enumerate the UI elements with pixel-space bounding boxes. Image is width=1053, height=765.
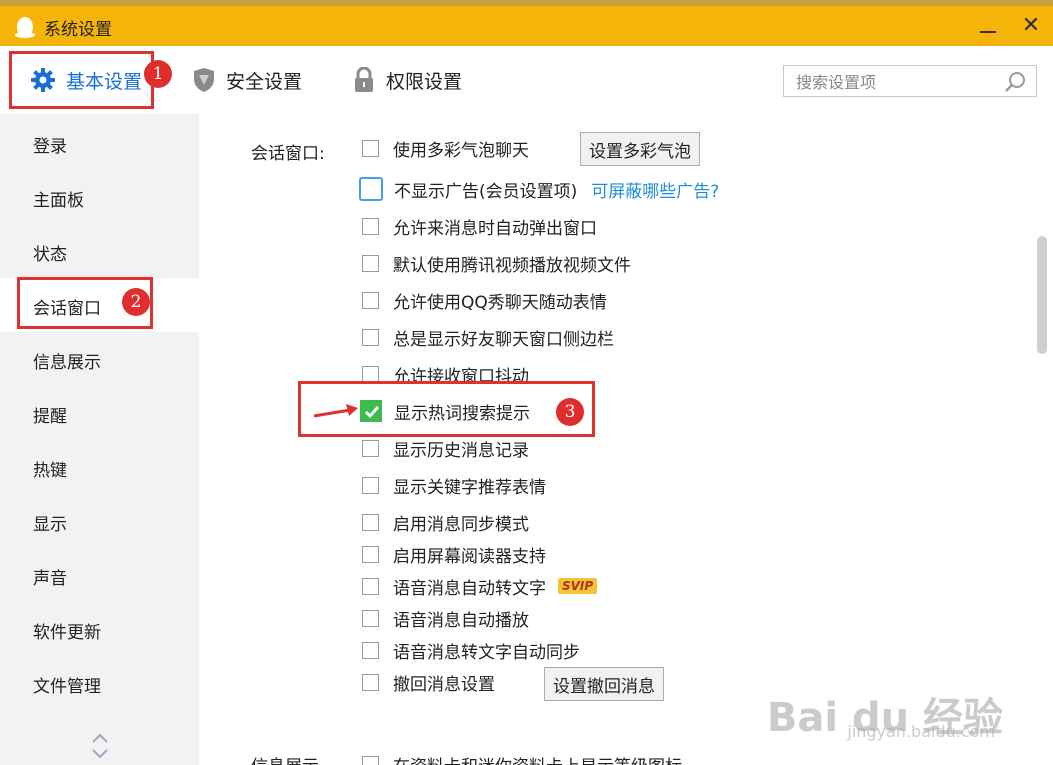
option-show-sidebar[interactable]: 总是显示好友聊天窗口侧边栏: [362, 323, 614, 351]
which-ads-link[interactable]: 可屏蔽哪些广告?: [591, 177, 719, 202]
tab-label: 安全设置: [226, 70, 303, 93]
tab-permission-settings[interactable]: 权限设置: [352, 46, 462, 114]
sidebar-item-display[interactable]: 显示: [0, 494, 199, 548]
checkbox[interactable]: [362, 755, 379, 765]
checkbox[interactable]: [362, 545, 379, 563]
option-voice-autoplay[interactable]: 语音消息自动播放: [362, 604, 529, 632]
lock-icon: [355, 67, 373, 92]
minimize-button[interactable]: [978, 20, 998, 36]
option-hide-ads[interactable]: 不显示广告(会员设置项) 可屏蔽哪些广告?: [359, 175, 719, 203]
option-voice-to-text[interactable]: 语音消息自动转文字 SVIP: [362, 572, 598, 600]
tab-security-settings[interactable]: 安全设置: [192, 46, 302, 114]
scroll-arrows-icon[interactable]: [90, 730, 110, 762]
tab-label: 权限设置: [386, 70, 463, 93]
highlight-box-1: [9, 51, 154, 109]
set-recall-message-button[interactable]: 设置撤回消息: [544, 667, 664, 701]
sidebar-item-login[interactable]: 登录: [0, 116, 199, 170]
shield-icon: [194, 68, 214, 92]
option-qq-show-emote[interactable]: 允许使用QQ秀聊天随动表情: [362, 286, 607, 314]
close-button[interactable]: ✕: [1018, 13, 1044, 39]
option-auto-popup[interactable]: 允许来消息时自动弹出窗口: [362, 212, 597, 240]
scrollbar-thumb[interactable]: [1037, 236, 1047, 354]
search-icon[interactable]: [1004, 70, 1028, 94]
checkbox[interactable]: [362, 641, 379, 659]
sidebar-item-reminder[interactable]: 提醒: [0, 386, 199, 440]
checkbox[interactable]: [362, 254, 379, 272]
checkbox[interactable]: [362, 365, 379, 383]
checkbox[interactable]: [362, 139, 379, 157]
sidebar: 登录 主面板 状态 会话窗口 信息展示 提醒 热键 显示 声音 软件更新 文件管…: [0, 114, 199, 765]
sidebar-item-main-panel[interactable]: 主面板: [0, 170, 199, 224]
checkbox[interactable]: [362, 328, 379, 346]
step-badge-1: 1: [144, 60, 172, 88]
section-label-session: 会话窗口:: [251, 144, 325, 164]
watermark-url: jingyan.baidu.com: [847, 722, 995, 741]
sidebar-item-info-display[interactable]: 信息展示: [0, 332, 199, 386]
sidebar-item-file-management[interactable]: 文件管理: [0, 656, 199, 710]
sidebar-item-hotkey[interactable]: 热键: [0, 440, 199, 494]
svip-badge: SVIP: [558, 578, 598, 594]
option-voice-text-sync[interactable]: 语音消息转文字自动同步: [362, 636, 580, 664]
section-label-info-display: 信息展示: [251, 752, 319, 765]
set-colorful-bubble-button[interactable]: 设置多彩气泡: [580, 132, 700, 166]
checkbox[interactable]: [362, 577, 379, 595]
search-box: [783, 65, 1037, 97]
option-colorful-bubble[interactable]: 使用多彩气泡聊天: [362, 134, 529, 162]
checkbox[interactable]: [362, 439, 379, 457]
option-keyword-emoji[interactable]: 显示关键字推荐表情: [362, 471, 546, 499]
checkbox[interactable]: [362, 476, 379, 494]
option-level-icon[interactable]: 在资料卡和迷你资料卡上显示等级图标: [362, 750, 682, 765]
sidebar-item-software-update[interactable]: 软件更新: [0, 602, 199, 656]
step-badge-2: 2: [122, 288, 150, 316]
checkbox[interactable]: [362, 291, 379, 309]
title-bar: 系统设置 ✕: [0, 6, 1053, 46]
checkbox[interactable]: [362, 609, 379, 627]
option-tencent-video[interactable]: 默认使用腾讯视频播放视频文件: [362, 249, 631, 277]
option-recall-message[interactable]: 撤回消息设置: [362, 668, 495, 696]
option-history-messages[interactable]: 显示历史消息记录: [362, 434, 529, 462]
checkbox[interactable]: [362, 217, 379, 235]
sidebar-item-status[interactable]: 状态: [0, 224, 199, 278]
option-message-sync[interactable]: 启用消息同步模式: [362, 508, 529, 536]
settings-content: 会话窗口: 使用多彩气泡聊天 设置多彩气泡 不显示广告(会员设置项) 可屏蔽哪些广…: [199, 114, 1053, 765]
step-badge-3: 3: [556, 398, 584, 426]
checkbox[interactable]: [359, 177, 383, 201]
qq-penguin-icon: [15, 17, 35, 38]
window-title: 系统设置: [44, 20, 112, 40]
option-screen-reader[interactable]: 启用屏幕阅读器支持: [362, 540, 546, 568]
pointer-arrow-icon: [313, 404, 358, 418]
checkbox[interactable]: [362, 513, 379, 531]
checkbox[interactable]: [362, 673, 379, 691]
search-input[interactable]: [794, 70, 998, 94]
sidebar-item-sound[interactable]: 声音: [0, 548, 199, 602]
